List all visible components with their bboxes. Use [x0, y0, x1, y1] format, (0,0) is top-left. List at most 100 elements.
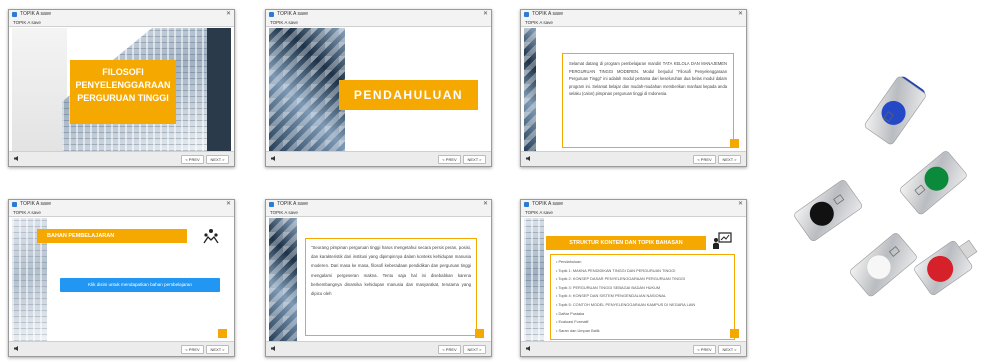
menu-label[interactable]: TOPIK A save [270, 209, 298, 216]
menu-bar: TOPIK A save [266, 19, 491, 27]
usb-drive-white [850, 233, 917, 297]
close-icon[interactable]: ✕ [226, 200, 231, 209]
speaker-icon[interactable] [271, 346, 275, 351]
building-image [524, 218, 544, 341]
prev-button[interactable]: < PREV [438, 155, 461, 164]
slide-window-3: TOPIK A save ✕ TOPIK A save Selamat data… [520, 9, 747, 167]
list-item[interactable]: • Saran dan Umpan Balik [556, 327, 729, 336]
list-item-label: Topik 3: PERGURUAN TINGGI SEBAGAI BADAN … [558, 284, 661, 290]
list-item[interactable]: • Topik 3: PERGURUAN TINGGI SEBAGAI BADA… [556, 284, 729, 293]
building-image [12, 28, 67, 151]
menu-label[interactable]: TOPIK A save [525, 19, 553, 26]
app-icon [269, 202, 274, 207]
nav-bar: < PREV NEXT > [9, 341, 234, 356]
dark-edge [207, 28, 231, 151]
prev-button[interactable]: < PREV [181, 155, 204, 164]
slide-title: STRUKTUR KONTEN DAN TOPIK BAHASAN [546, 236, 706, 250]
nav-bar: < PREV NEXT > [521, 151, 746, 166]
slide-window-1: TOPIK A save ✕ TOPIK A save FILOSOFI PEN… [8, 9, 235, 167]
accent-corner [730, 139, 739, 148]
usb-drive-green [900, 151, 967, 215]
usb-drive-blue [864, 76, 926, 145]
menu-bar: TOPIK A save [9, 19, 234, 27]
list-item[interactable]: • Daftar Pustaka [556, 310, 729, 319]
list-item-label: Saran dan Umpan Balik [558, 327, 600, 333]
speaker-icon[interactable] [271, 156, 275, 161]
prev-button[interactable]: < PREV [438, 345, 461, 354]
download-materials-button[interactable]: Klik disini untuk mendapatkan bahan pemb… [60, 278, 220, 292]
slide-window-4: TOPIK A save ✕ TOPIK A save BAHAN PEMBEL… [8, 199, 235, 357]
list-item-label: Topik 1: MAKNA PENDIDIKAN TINGGI DAN PER… [558, 267, 676, 273]
speaker-icon[interactable] [14, 156, 18, 161]
speaker-icon[interactable] [14, 346, 18, 351]
usb-drives-image [794, 76, 978, 297]
usb-drive-red [914, 239, 978, 295]
list-item[interactable]: • Pendahuluan [556, 258, 729, 267]
menu-bar: TOPIK A save [521, 209, 746, 217]
glass-building-image [269, 28, 345, 151]
nav-bar: < PREV NEXT > [266, 341, 491, 356]
app-icon [269, 12, 274, 17]
menu-label[interactable]: TOPIK A save [13, 209, 41, 216]
close-icon[interactable]: ✕ [738, 10, 743, 19]
list-item-label: Pendahuluan [558, 259, 582, 264]
menu-bar: TOPIK A save [9, 209, 234, 217]
glass-strip-image [524, 28, 536, 151]
topic-list-box: • Pendahuluan • Topik 1: MAKNA PENDIDIKA… [550, 254, 735, 340]
slide-quote-text: "Seorang pimpinan perguruan tinggi harus… [305, 238, 477, 336]
slide-body-text: Selamat datang di program pembelajaran m… [562, 53, 734, 148]
slide-window-6: TOPIK A save ✕ TOPIK A save STRUKTUR KON… [520, 199, 747, 357]
speaker-icon[interactable] [526, 156, 530, 161]
list-item-label: Topik 5: CONTOH MODEL PENYELENGGARAAN KA… [558, 301, 696, 307]
prev-button[interactable]: < PREV [693, 345, 716, 354]
slide-content: Selamat datang di program pembelajaran m… [524, 28, 743, 151]
next-button[interactable]: NEXT > [718, 155, 741, 164]
list-item[interactable]: • Topik 2: KONSEP DASAR PENYELENGGARAAN … [556, 275, 729, 284]
list-item-label: Topik 4: KONSEP DAN SISTEM PENGENDALIAN … [558, 293, 667, 299]
list-item-label: Daftar Pustaka [558, 310, 585, 316]
prev-button[interactable]: < PREV [693, 155, 716, 164]
next-button[interactable]: NEXT > [463, 155, 486, 164]
close-icon[interactable]: ✕ [483, 200, 488, 209]
nav-bar: < PREV NEXT > [266, 151, 491, 166]
list-item-label: Topik 2: KONSEP DASAR PENYELENGGARAAN PE… [558, 276, 686, 282]
menu-bar: TOPIK A save [521, 19, 746, 27]
list-item-label: Evaluasi Formatif [558, 319, 589, 325]
next-button[interactable]: NEXT > [206, 155, 229, 164]
prev-button[interactable]: < PREV [181, 345, 204, 354]
close-icon[interactable]: ✕ [483, 10, 488, 19]
list-item[interactable]: • Evaluasi Formatif [556, 318, 729, 327]
next-button[interactable]: NEXT > [206, 345, 229, 354]
menu-bar: TOPIK A save [266, 209, 491, 217]
menu-label[interactable]: TOPIK A save [13, 19, 41, 26]
close-icon[interactable]: ✕ [226, 10, 231, 19]
speaker-icon[interactable] [526, 346, 530, 351]
window-title: TOPIK A save [20, 11, 52, 17]
next-button[interactable]: NEXT > [463, 345, 486, 354]
accent-corner [475, 329, 484, 338]
slide-title: PENDAHULUAN [339, 80, 478, 110]
app-icon [524, 12, 529, 17]
close-icon[interactable]: ✕ [738, 200, 743, 209]
presentation-icon [713, 232, 732, 249]
next-button[interactable]: NEXT > [718, 345, 741, 354]
window-title: TOPIK A save [532, 11, 564, 17]
window-title: TOPIK A save [532, 201, 564, 207]
slide-window-5: TOPIK A save ✕ TOPIK A save "Seorang pim… [265, 199, 492, 357]
slide-title: BAHAN PEMBELAJARAN [37, 229, 187, 243]
slide-content: PENDAHULUAN [269, 28, 488, 151]
menu-label[interactable]: TOPIK A save [525, 209, 553, 216]
window-title: TOPIK A save [277, 11, 309, 17]
slide-window-2: TOPIK A save ✕ TOPIK A save PENDAHULUAN … [265, 9, 492, 167]
list-item[interactable]: • Topik 5: CONTOH MODEL PENYELENGGARAAN … [556, 301, 729, 310]
glass-strip-image [269, 218, 297, 341]
slide-title: FILOSOFI PENYELENGGARAAN PERGURUAN TINGG… [70, 60, 176, 124]
app-icon [12, 12, 17, 17]
slide-content: BAHAN PEMBELAJARAN Klik disini untuk men… [12, 218, 231, 341]
nav-bar: < PREV NEXT > [9, 151, 234, 166]
list-item[interactable]: • Topik 1: MAKNA PENDIDIKAN TINGGI DAN P… [556, 267, 729, 276]
menu-label[interactable]: TOPIK A save [270, 19, 298, 26]
list-item[interactable]: • Topik 4: KONSEP DAN SISTEM PENGENDALIA… [556, 292, 729, 301]
window-title: TOPIK A save [20, 201, 52, 207]
app-icon [12, 202, 17, 207]
